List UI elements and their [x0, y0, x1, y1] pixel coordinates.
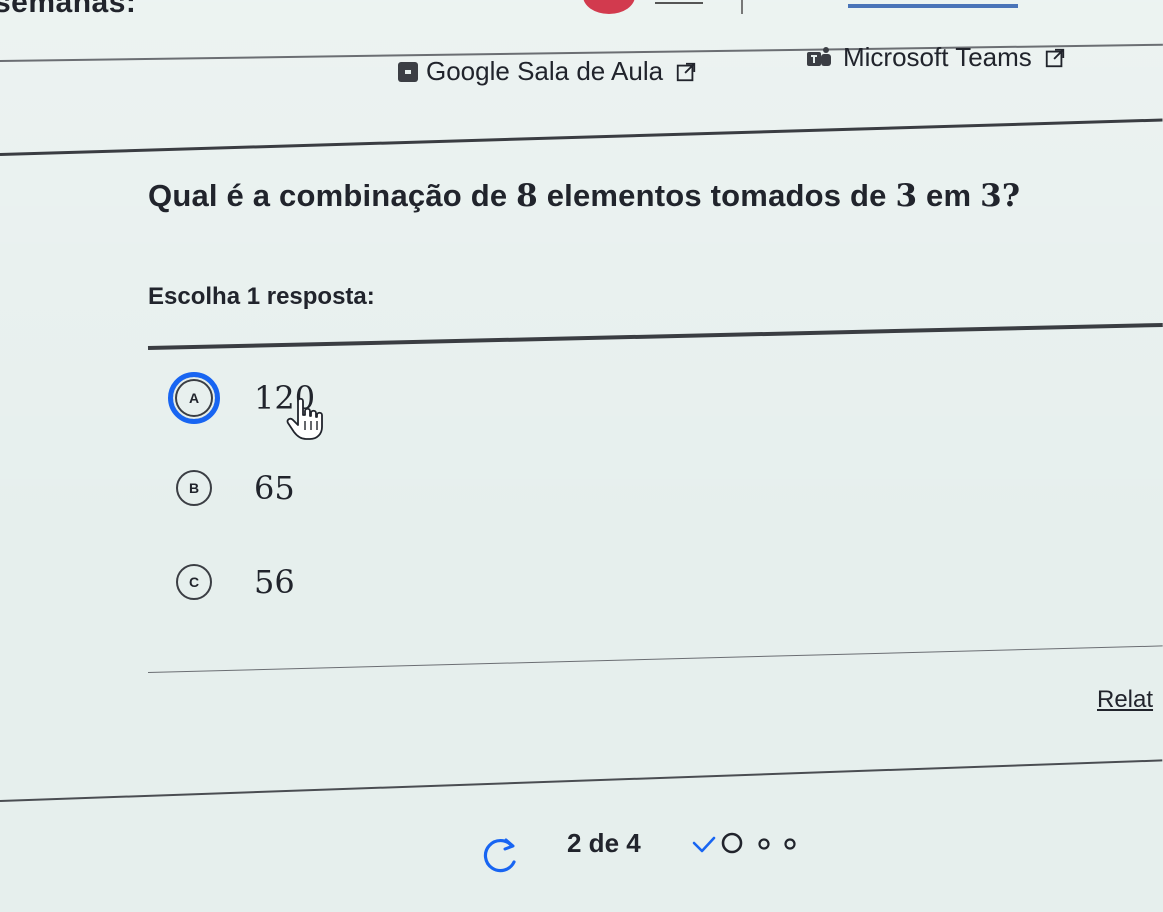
microsoft-teams-icon [807, 46, 831, 66]
external-link-icon [1045, 48, 1064, 67]
choice-letter: A [168, 372, 220, 424]
question-k2: 3 [980, 178, 1002, 214]
top-decoration-red [583, 0, 635, 14]
top-decoration-line [655, 2, 703, 4]
retry-icon[interactable] [478, 832, 522, 876]
exercise-page: semanas: Google Sala de Aula Microsoft T… [0, 0, 1163, 912]
header-divider [0, 118, 1163, 156]
choice-value: 56 [254, 563, 295, 601]
choices-bottom-divider [147, 645, 1163, 673]
report-problem-link[interactable]: Relat [1097, 686, 1153, 714]
google-classroom-label: Google Sala de Aula [426, 56, 664, 86]
progress-counter: 2 de 4 [567, 828, 641, 858]
choice-b[interactable]: B 65 [168, 469, 295, 507]
question-part: em [917, 178, 981, 213]
pending-step-dot [758, 838, 770, 850]
microsoft-teams-share-link[interactable]: Microsoft Teams [805, 42, 1066, 73]
progress-dots [692, 832, 796, 854]
answer-instruction: Escolha 1 resposta: [148, 283, 375, 310]
question-n: 8 [516, 178, 538, 214]
external-link-icon [676, 62, 696, 81]
choice-letter: C [176, 564, 212, 600]
question-text: Qual é a combinação de 8 elementos tomad… [148, 178, 1020, 214]
top-decoration-tick [741, 0, 743, 14]
pending-step-dot [784, 838, 796, 850]
choices-top-divider [147, 322, 1163, 350]
google-classroom-icon [398, 61, 418, 82]
section-heading: semanas: [0, 0, 137, 19]
microsoft-teams-label: Microsoft Teams [843, 42, 1032, 72]
question-mark: ? [1001, 178, 1021, 214]
choice-c[interactable]: C 56 [168, 563, 295, 601]
current-step-dot [721, 832, 743, 854]
question-part: elementos tomados de [537, 178, 896, 213]
question-part: Qual é a combinação de [148, 178, 517, 213]
question-k: 3 [895, 178, 918, 214]
completed-check-icon [692, 836, 716, 853]
google-classroom-share-link[interactable]: Google Sala de Aula [398, 56, 697, 87]
choice-value: 65 [254, 469, 295, 507]
choice-letter: B [176, 470, 212, 506]
top-decoration-blue [848, 4, 1018, 8]
hand-pointer-icon [286, 397, 323, 440]
footer-divider [0, 759, 1163, 802]
